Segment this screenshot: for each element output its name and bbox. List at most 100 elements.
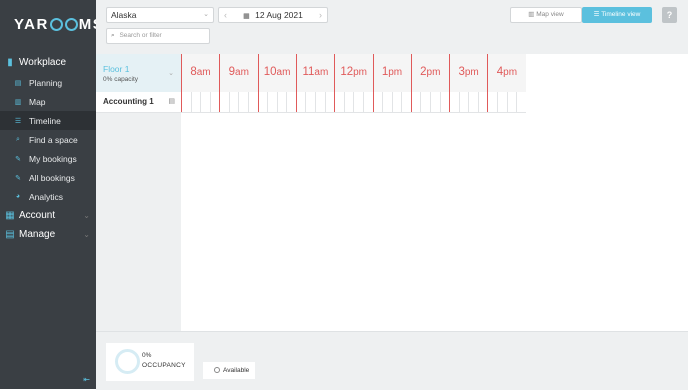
logo-text-left: YAR: [14, 16, 49, 33]
available-circle-icon: [214, 367, 220, 374]
sidebar-item-label: My bookings: [29, 153, 77, 164]
sidebar-item-label: Planning: [29, 77, 63, 88]
sidebar-item-analytics[interactable]: ◕ Analytics: [0, 187, 96, 206]
time-slot[interactable]: [449, 92, 459, 112]
map-icon: ▥: [14, 98, 22, 106]
footer-panel: 0% OCCUPANCY Available: [96, 331, 688, 390]
time-slot[interactable]: [248, 92, 258, 112]
hour-suffix: am: [314, 67, 329, 78]
sidebar-item-all-bookings[interactable]: ✎ All bookings: [0, 168, 96, 187]
time-slot[interactable]: [181, 92, 191, 112]
next-day-button[interactable]: ›: [319, 8, 322, 22]
timeline-view-button[interactable]: ☰ Timeline view: [582, 7, 652, 23]
time-slot[interactable]: [305, 92, 315, 112]
time-slot[interactable]: [401, 92, 411, 112]
sidebar-item-timeline[interactable]: ☰ Timeline: [0, 111, 96, 130]
hour-label: 8am: [181, 54, 219, 92]
time-slot[interactable]: [209, 92, 220, 112]
sidebar-group-workplace[interactable]: ▮ Workplace: [0, 53, 96, 72]
time-slot[interactable]: [353, 92, 363, 112]
time-slot[interactable]: [315, 92, 325, 112]
time-slot[interactable]: [228, 92, 239, 112]
hour-label: 2pm: [410, 54, 449, 92]
chevron-down-icon: ⌄: [83, 230, 90, 239]
chevron-down-icon[interactable]: ⌄: [168, 69, 174, 77]
bookings-icon: ✎: [15, 155, 21, 163]
hour-suffix: pm: [388, 67, 403, 78]
hour-label: 3pm: [449, 54, 487, 92]
occupancy-card: 0% OCCUPANCY: [106, 343, 194, 381]
sidebar: YAR MS ▮ Workplace ▤ Planning ▥ Map ☰ Ti…: [0, 0, 103, 389]
previous-day-button[interactable]: ‹: [224, 8, 227, 22]
timeline-view-label: Timeline view: [601, 11, 641, 18]
floor-capacity: 0% capacity: [103, 76, 139, 83]
time-slot[interactable]: [382, 92, 392, 112]
sidebar-item-label: Find a space: [29, 134, 78, 145]
sidebar-item-find-a-space[interactable]: ⌕ Find a space: [0, 130, 96, 149]
time-slot[interactable]: [468, 92, 478, 112]
room-details-icon[interactable]: ▤: [168, 97, 175, 105]
search-icon: ⌕: [111, 32, 115, 39]
time-slot[interactable]: [429, 92, 440, 112]
floor-header[interactable]: Floor 1 0% capacity ⌄: [96, 54, 181, 92]
map-view-label: Map view: [536, 11, 564, 18]
search-input[interactable]: ⌕ Search or filter: [106, 28, 210, 44]
time-slot[interactable]: [391, 92, 402, 112]
time-slot[interactable]: [219, 92, 229, 112]
time-slot[interactable]: [496, 92, 507, 112]
legend-available: Available: [203, 362, 255, 379]
time-slot[interactable]: [420, 92, 430, 112]
timeline-icon: ☰: [14, 117, 22, 125]
search-placeholder: Search or filter: [119, 32, 162, 39]
time-slot[interactable]: [295, 92, 306, 112]
time-slot[interactable]: [458, 92, 469, 112]
calendar-icon: ▦: [243, 13, 250, 20]
rooms-panel: Floor 1 0% capacity ⌄ Accounting 1 ▤: [96, 54, 181, 331]
hour-suffix: am: [276, 67, 291, 78]
time-slot[interactable]: [487, 92, 497, 112]
help-button[interactable]: ?: [662, 7, 677, 23]
time-slot[interactable]: [200, 92, 210, 112]
time-slot[interactable]: [506, 92, 517, 112]
hour-suffix: pm: [426, 67, 441, 78]
hour-label: 12pm: [334, 54, 372, 92]
hour-label: 4pm: [487, 54, 525, 92]
date-picker[interactable]: ‹ ▦ 12 Aug 2021 ›: [218, 7, 328, 23]
time-slot[interactable]: [286, 92, 296, 112]
time-slot[interactable]: [439, 92, 450, 112]
sidebar-item-my-bookings[interactable]: ✎ My bookings: [0, 149, 96, 168]
time-slot[interactable]: [190, 92, 201, 112]
hours-header: 8am 9am 10am 11am 12pm 1pm 2pm 3pm 4pm: [181, 54, 526, 92]
sidebar-item-map[interactable]: ▥ Map: [0, 92, 96, 111]
hour-suffix: pm: [503, 67, 518, 78]
time-slot[interactable]: [276, 92, 287, 112]
app-logo[interactable]: YAR MS: [14, 16, 104, 33]
sidebar-group-account[interactable]: ▦ Account ⌄: [0, 206, 96, 225]
sidebar-item-label: Analytics: [29, 191, 64, 202]
time-slot[interactable]: [362, 92, 373, 112]
time-slot[interactable]: [410, 92, 421, 112]
location-select[interactable]: Alaska ⌄: [106, 7, 214, 23]
all-bookings-icon: ✎: [15, 174, 21, 182]
time-slot[interactable]: [238, 92, 248, 112]
time-slot[interactable]: [343, 92, 354, 112]
account-icon: ▦: [5, 210, 15, 221]
collapse-sidebar-icon[interactable]: ⇤: [83, 375, 90, 384]
hour-number: 11: [302, 66, 315, 78]
sidebar-group-manage[interactable]: ▤ Manage ⌄: [0, 225, 96, 244]
time-slot[interactable]: [334, 92, 344, 112]
sidebar-item-planning[interactable]: ▤ Planning: [0, 73, 96, 92]
time-slot[interactable]: [477, 92, 488, 112]
chevron-down-icon: ⌄: [83, 211, 90, 220]
time-slot-row: [181, 92, 526, 113]
analytics-icon: ◕: [15, 193, 21, 200]
time-slot[interactable]: [372, 92, 383, 112]
time-slot[interactable]: [257, 92, 268, 112]
time-slot[interactable]: [516, 92, 526, 112]
time-slot[interactable]: [267, 92, 277, 112]
hour-suffix: pm: [353, 67, 368, 78]
room-row[interactable]: Accounting 1 ▤: [96, 92, 181, 113]
time-slot[interactable]: [324, 92, 335, 112]
map-view-button[interactable]: ▥ Map view: [510, 7, 582, 23]
sidebar-group-label: Workplace: [19, 57, 67, 68]
